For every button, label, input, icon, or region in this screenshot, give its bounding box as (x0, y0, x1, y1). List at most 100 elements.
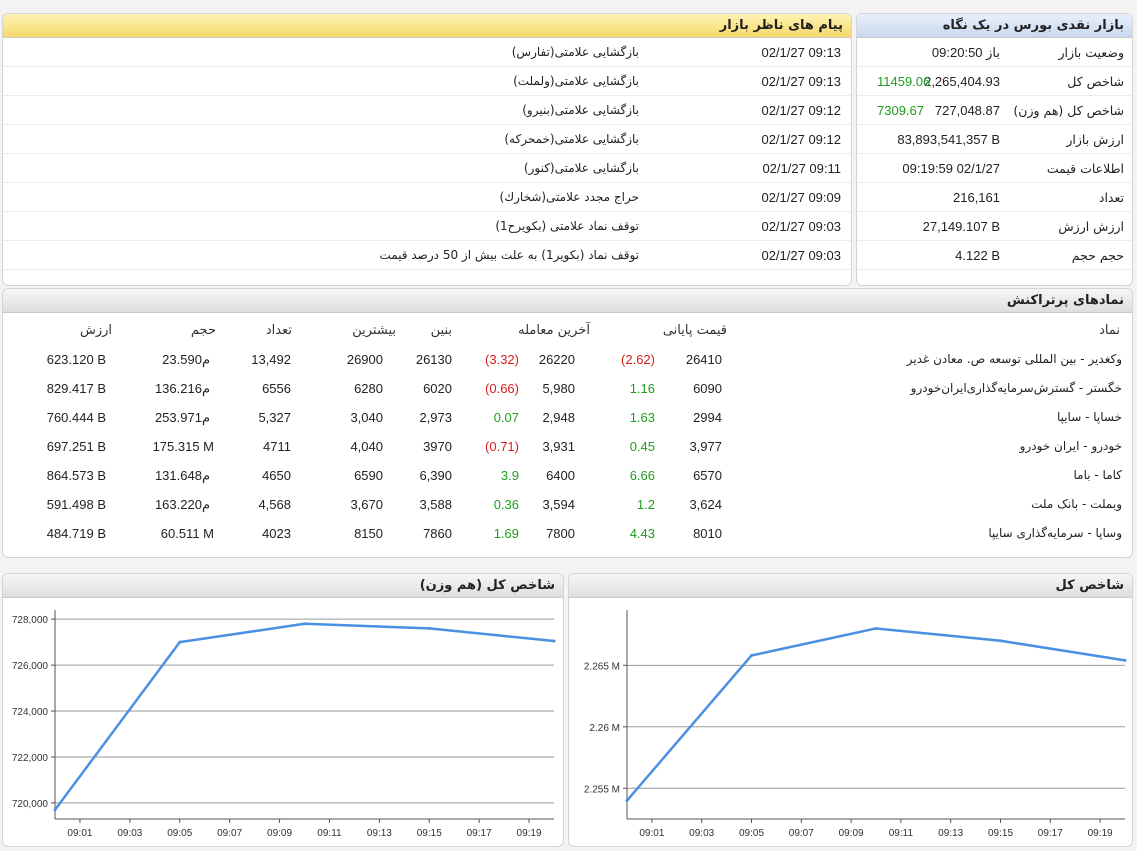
glance-row: ارزش بازار 83,893,541,357 B (857, 125, 1132, 154)
message-row[interactable]: 02/1/27 09:03 توقف نماد (بکویر1) به علت ب… (3, 241, 851, 270)
symbol-name[interactable]: وبملت - بانک ملت (1031, 497, 1122, 511)
col-header-high[interactable]: بیشترین (352, 323, 396, 338)
symbol-name[interactable]: خگستر - گسترش‌سرمایه‌گذاری‌ایران‌خودرو (911, 381, 1122, 395)
trade-volume: م136.216 (155, 381, 214, 397)
symbol-name[interactable]: وکغدیر - بین المللی توسعه ص. معادن غدیر (907, 352, 1122, 366)
symbol-row[interactable]: وکغدیر - بین المللی توسعه ص. معادن غدیر 2… (3, 345, 1132, 374)
col-header-last-trade[interactable]: آخرین معامله (518, 323, 590, 338)
glance-label: اطلاعات قیمت (1046, 161, 1124, 176)
symbol-row[interactable]: خساپا - سایپا 2994 1.63 2,948 0.07 2,973 3,040… (3, 403, 1132, 432)
final-price-change: 6.66 (629, 468, 655, 483)
y-tick-label: 726,000 (12, 661, 49, 672)
message-text: حراج مجدد علامتی(شخارك) (499, 190, 639, 204)
symbol-row[interactable]: کاما - باما 6570 6.66 6400 3.9 6,390 6590 4650 م… (3, 461, 1132, 490)
glance-label: تعداد (1098, 190, 1124, 205)
x-tick-label: 09:15 (988, 828, 1013, 839)
last-trade: 3,594 (542, 497, 575, 512)
final-price-change: 1.16 (629, 381, 655, 396)
x-tick-label: 09:11 (317, 828, 342, 839)
y-tick-label: 720,000 (12, 799, 49, 810)
message-time: 02/1/27 09:13 (761, 45, 841, 60)
top-symbols-header: نماد قیمت پایانی آخرین معامله بنین بیشتر… (3, 318, 1132, 344)
symbol-name[interactable]: کاما - باما (1074, 468, 1123, 482)
final-price: 3,624 (689, 497, 722, 512)
y-tick-label: 722,000 (12, 753, 49, 764)
market-glance-title: بازار نقدی بورس در یک نگاه (857, 14, 1132, 38)
y-tick-label: 728,000 (12, 615, 49, 626)
trade-volume: م131.648 (155, 468, 214, 484)
index-series-point (625, 799, 629, 803)
symbol-name[interactable]: خودرو - ایران خودرو (1020, 439, 1122, 453)
symbol-row[interactable]: وبملت - بانک ملت 3,624 1.2 3,594 0.36 3,588 3,… (3, 490, 1132, 519)
trade-count: 4023 (262, 526, 291, 541)
glance-value: 27,149.107 B (922, 219, 1000, 234)
last-trade-change: 0.36 (493, 497, 519, 512)
x-tick-label: 09:13 (938, 828, 963, 839)
message-row[interactable]: 02/1/27 09:03 توقف نماد علامتی (بکویرح1) (3, 212, 851, 241)
low-price: 3970 (423, 439, 452, 454)
volume-value: 23.590 (162, 352, 202, 367)
col-header-count[interactable]: تعداد (266, 323, 292, 338)
message-time: 02/1/27 09:12 (761, 103, 841, 118)
message-row[interactable]: 02/1/27 09:13 بازگشایی علامتی(تفارس) (3, 38, 851, 67)
glance-change: 11459.06 (877, 74, 931, 89)
x-tick-label: 09:07 (217, 828, 242, 839)
col-header-low[interactable]: بنین (431, 323, 452, 338)
trade-volume: م23.590 (162, 352, 214, 368)
volume-unit: م (201, 410, 210, 425)
y-tick-label: 724,000 (12, 707, 49, 718)
equal-weight-index-chart: 720,000 722,000 724,000 726,000 728,000 09:01… (12, 610, 556, 839)
index-series-point (178, 640, 182, 644)
market-glance-panel: بازار نقدی بورس در یک نگاه وضعیت بازار با… (856, 13, 1133, 286)
message-time: 02/1/27 09:11 (762, 161, 841, 176)
plot-area (55, 610, 554, 819)
index-series-point (303, 622, 306, 626)
glance-row: ارزش ارزش 27,149.107 B (857, 212, 1132, 241)
high-price: 26900 (346, 352, 383, 367)
message-row[interactable]: 02/1/27 09:12 بازگشایی علامتی(خمحرکه) (3, 125, 851, 154)
message-time: 02/1/27 09:13 (761, 74, 841, 89)
message-row[interactable]: 02/1/27 09:11 بازگشایی علامتی(کنور) (3, 154, 851, 183)
last-trade-change: 3.9 (500, 468, 519, 483)
final-price-change: 0.45 (629, 439, 655, 454)
glance-value: 216,161 (953, 190, 1000, 205)
trade-value: 864.573 B (46, 468, 106, 483)
message-row[interactable]: 02/1/27 09:13 بازگشایی علامتی(ولملت) (3, 67, 851, 96)
final-price-change: (2.62) (621, 352, 655, 367)
symbol-row[interactable]: وساپا - سرمایه‌گذاری سایپا 8010 4.43 7800 1.… (3, 519, 1132, 548)
message-row[interactable]: 02/1/27 09:09 حراج مجدد علامتی(شخارك) (3, 183, 851, 212)
symbol-row[interactable]: خگستر - گسترش‌سرمایه‌گذاری‌ایران‌خودرو 60… (3, 374, 1132, 403)
glance-label: حجم حجم (1071, 248, 1124, 263)
low-price: 7860 (423, 526, 452, 541)
last-trade-change: (0.71) (485, 439, 519, 454)
symbol-name[interactable]: وساپا - سرمایه‌گذاری سایپا (988, 526, 1122, 540)
message-row[interactable]: 02/1/27 09:12 بازگشایی علامتی(بنیرو) (3, 96, 851, 125)
symbol-name[interactable]: خساپا - سایپا (1057, 410, 1122, 424)
symbol-row[interactable]: خودرو - ایران خودرو 3,977 0.45 3,931 (0.71) 3… (3, 432, 1132, 461)
x-tick-label: 09:11 (889, 828, 914, 839)
low-price: 6,390 (419, 468, 452, 483)
x-tick-label: 09:01 (67, 828, 92, 839)
top-symbols-panel: نمادهای پرتراکنش نماد قیمت پایانی آخرین … (2, 288, 1133, 558)
trade-value: 484.719 B (46, 526, 106, 541)
message-text: بازگشایی علامتی(خمحرکه) (504, 132, 639, 146)
final-price: 26410 (685, 352, 722, 367)
col-header-symbol[interactable]: نماد (1099, 323, 1120, 338)
x-tick-label: 09:03 (689, 828, 714, 839)
last-trade: 2,948 (542, 410, 575, 425)
last-trade-change: 1.69 (493, 526, 519, 541)
volume-value: 175.315 M (152, 439, 214, 454)
volume-unit: م (201, 352, 210, 367)
trade-count: 4,568 (258, 497, 291, 512)
x-tick-label: 09:15 (417, 828, 442, 839)
col-header-value[interactable]: ارزش (80, 323, 112, 338)
top-symbols-title: نمادهای پرتراکنش (3, 289, 1132, 313)
y-tick-label: 2.265 M (584, 661, 620, 672)
col-header-final-price[interactable]: قیمت پایانی (663, 323, 727, 338)
glance-change: 7309.67 (877, 103, 924, 118)
message-time: 02/1/27 09:03 (761, 219, 841, 234)
col-header-volume[interactable]: حجم (191, 323, 216, 338)
trade-count: 6556 (262, 381, 291, 396)
x-tick-label: 09:09 (267, 828, 292, 839)
last-trade-change: (3.32) (485, 352, 519, 367)
